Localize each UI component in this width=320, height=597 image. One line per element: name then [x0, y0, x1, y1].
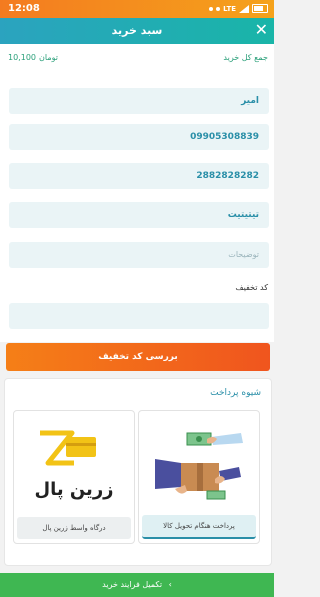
discount-code-input[interactable] — [9, 303, 269, 329]
status-icons: LTE — [209, 4, 268, 13]
top-app-bar: سبد خرید ✕ — [0, 18, 274, 44]
network-label: LTE — [223, 4, 236, 13]
complete-purchase-button[interactable]: تکمیل فرایند خرید ‹ — [0, 573, 274, 597]
payment-method-section: شیوه پرداخت پرداخت هنگام تحویل کالا زرین… — [4, 378, 272, 566]
payment-option-caption: درگاه واسط زرین پال — [17, 517, 131, 539]
notification-dot-icon — [209, 6, 214, 11]
payment-option-zarinpal[interactable]: زرین پال درگاه واسط زرین پال — [13, 410, 135, 544]
payment-option-cod[interactable]: پرداخت هنگام تحویل کالا — [138, 410, 260, 544]
signal-icon — [239, 4, 249, 13]
phone-field[interactable]: 2882828282 — [9, 163, 269, 189]
chevron-left-icon: ‹ — [168, 580, 172, 589]
notification-dot-icon — [216, 6, 221, 11]
close-icon[interactable]: ✕ — [255, 21, 268, 39]
page-title: سبد خرید — [111, 24, 163, 37]
total-amount: 10,100 — [8, 53, 36, 62]
notes-field[interactable]: توضیحات — [9, 242, 269, 268]
cart-total-row: جمع کل خرید 10,100 تومان — [0, 44, 274, 72]
total-value: 10,100 تومان — [8, 53, 61, 62]
cash-on-delivery-icon — [155, 432, 243, 500]
status-time: 12:08 — [8, 3, 40, 14]
address-field[interactable]: تیتیتیت — [9, 202, 269, 228]
payment-method-title: شیوه پرداخت — [210, 388, 261, 398]
battery-icon — [252, 4, 268, 13]
zarinpal-logo-text: زرین پال — [34, 479, 114, 500]
name-field[interactable]: امیر — [9, 88, 269, 114]
discount-label: کد تخفیف — [235, 283, 268, 292]
check-discount-button[interactable]: بررسی کد تخفیف — [6, 343, 270, 371]
total-label: جمع کل خرید — [223, 53, 268, 62]
status-bar: 12:08 LTE — [0, 0, 274, 18]
payment-option-caption: پرداخت هنگام تحویل کالا — [142, 515, 256, 539]
mobile-field[interactable]: 09905308839 — [9, 124, 269, 150]
total-currency: تومان — [39, 53, 58, 62]
complete-purchase-label: تکمیل فرایند خرید — [102, 580, 163, 589]
